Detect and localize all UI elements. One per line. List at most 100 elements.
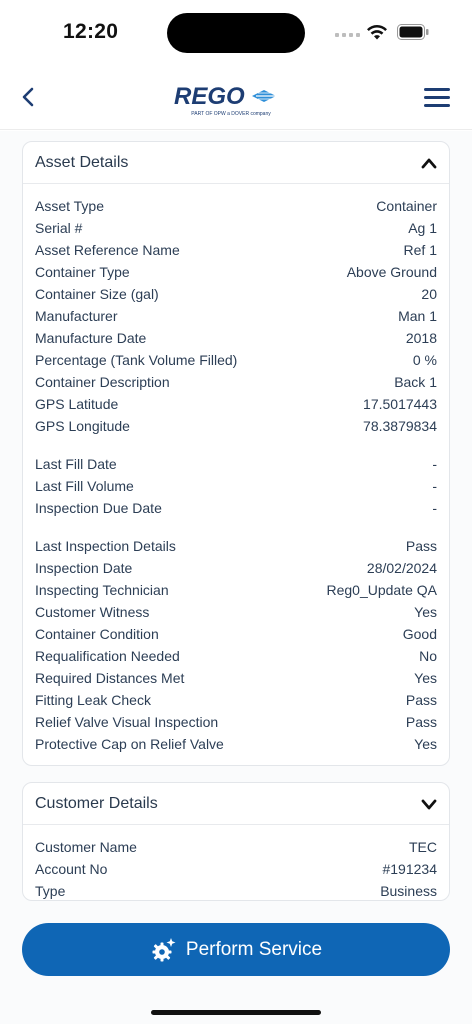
row-value: 17.5017443 <box>363 396 437 412</box>
row-value: TEC <box>409 839 437 855</box>
menu-button[interactable] <box>424 86 452 108</box>
customer-details-title: Customer Details <box>35 794 158 812</box>
row-label: Inspection Date <box>35 560 133 576</box>
battery-icon <box>397 24 429 40</box>
row-value: Pass <box>405 538 437 554</box>
row-label: Serial # <box>35 220 83 236</box>
detail-row: Account No #191234 <box>35 858 437 880</box>
row-label: Container Type <box>35 264 130 280</box>
detail-row: Manufacturer Man 1 <box>35 305 437 327</box>
row-label: Account No <box>35 861 108 877</box>
row-value: Ag 1 <box>408 220 437 236</box>
row-label: Protective Cap on Relief Valve <box>35 736 224 752</box>
row-value: 20 <box>421 286 437 302</box>
row-label: Inspecting Technician <box>35 582 169 598</box>
row-value: Yes <box>414 604 437 620</box>
detail-row: Inspecting Technician Reg0_Update QA <box>35 579 437 601</box>
detail-row: Required Distances Met Yes <box>35 667 437 689</box>
row-label: Last Fill Date <box>35 456 117 472</box>
detail-row: GPS Longitude 78.3879834 <box>35 415 437 437</box>
row-label: Customer Name <box>35 839 137 855</box>
detail-row: Container Condition Good <box>35 623 437 645</box>
logo-diamond-icon <box>252 90 276 102</box>
row-value: No <box>419 648 437 664</box>
back-button[interactable] <box>16 82 40 112</box>
row-value: Pass <box>405 692 437 708</box>
asset-details-rows: Asset Type Container Serial # Ag 1 Asset R… <box>23 184 449 755</box>
gear-sparkle-icon <box>152 937 176 961</box>
detail-row: Protective Cap on Relief Valve Yes <box>35 733 437 755</box>
detail-row: Type Business <box>35 880 437 900</box>
row-label: Container Size (gal) <box>35 286 159 302</box>
wifi-icon <box>367 24 387 40</box>
row-value: Yes <box>414 670 437 686</box>
detail-row: Customer Witness Yes <box>35 601 437 623</box>
row-label: GPS Latitude <box>35 396 119 412</box>
row-value: Above Ground <box>346 264 437 280</box>
cellular-signal-icon <box>335 33 360 37</box>
row-label: Asset Type <box>35 198 105 214</box>
row-value: Container <box>376 198 437 214</box>
chevron-down-icon[interactable] <box>421 798 437 810</box>
row-value: Pass <box>405 714 437 730</box>
asset-details-header[interactable]: Asset Details <box>23 142 449 184</box>
row-value: 0 % <box>412 352 437 368</box>
detail-row: Container Description Back 1 <box>35 371 437 393</box>
row-value: 28/02/2024 <box>366 560 437 576</box>
row-label: Last Fill Volume <box>35 478 134 494</box>
row-value: Business <box>380 883 437 899</box>
customer-details-rows: Customer Name TEC Account No #191234 Type B… <box>23 825 449 900</box>
row-value: Ref 1 <box>403 242 437 258</box>
asset-details-card: Asset Details Asset Type Container Serial… <box>22 141 450 766</box>
detail-row: Inspection Date 28/02/2024 <box>35 557 437 579</box>
detail-row: Percentage (Tank Volume Filled) 0 % <box>35 349 437 371</box>
row-label: Container Description <box>35 374 170 390</box>
row-label: Manufacture Date <box>35 330 147 346</box>
detail-row: Last Inspection Details Pass <box>35 535 437 557</box>
customer-details-header[interactable]: Customer Details <box>23 783 449 825</box>
row-label: Customer Witness <box>35 604 150 620</box>
detail-row: Relief Valve Visual Inspection Pass <box>35 711 437 733</box>
row-label: Last Inspection Details <box>35 538 176 554</box>
row-label: Required Distances Met <box>35 670 185 686</box>
home-indicator <box>151 1010 321 1015</box>
detail-row: Container Type Above Ground <box>35 261 437 283</box>
status-bar: 12:20 <box>0 0 472 64</box>
status-time: 12:20 <box>63 20 119 43</box>
app-header: REGO PART OF OPW a DOVER company <box>0 64 472 130</box>
detail-row: Requalification Needed No <box>35 645 437 667</box>
chevron-up-icon[interactable] <box>421 157 437 169</box>
row-label: Relief Valve Visual Inspection <box>35 714 219 730</box>
row-label: Requalification Needed <box>35 648 180 664</box>
row-label: Asset Reference Name <box>35 242 180 258</box>
row-label: Container Condition <box>35 626 159 642</box>
row-value: 2018 <box>405 330 437 346</box>
rego-logo: REGO PART OF OPW a DOVER company <box>174 83 276 117</box>
row-value: Man 1 <box>398 308 437 324</box>
row-value: #191234 <box>382 861 437 877</box>
row-value: Yes <box>414 736 437 752</box>
asset-details-title: Asset Details <box>35 153 129 171</box>
logo-wordmark: REGO <box>174 83 245 110</box>
dynamic-island <box>167 13 305 53</box>
row-value: Good <box>402 626 437 642</box>
row-label: Inspection Due Date <box>35 500 162 516</box>
chevron-left-icon <box>22 87 34 107</box>
hamburger-icon <box>424 88 450 91</box>
detail-row: Asset Type Container <box>35 195 437 217</box>
detail-row: Asset Reference Name Ref 1 <box>35 239 437 261</box>
row-value: Reg0_Update QA <box>326 582 437 598</box>
row-label: Percentage (Tank Volume Filled) <box>35 352 238 368</box>
row-value: 78.3879834 <box>363 418 437 434</box>
row-value: - <box>432 456 437 472</box>
perform-service-button[interactable]: Perform Service <box>22 923 450 976</box>
detail-row: Customer Name TEC <box>35 836 437 858</box>
detail-row: GPS Latitude 17.5017443 <box>35 393 437 415</box>
detail-row: Last Fill Volume - <box>35 475 437 497</box>
detail-row: Serial # Ag 1 <box>35 217 437 239</box>
perform-service-label: Perform Service <box>185 938 323 960</box>
detail-row: Fitting Leak Check Pass <box>35 689 437 711</box>
row-label: Manufacturer <box>35 308 118 324</box>
